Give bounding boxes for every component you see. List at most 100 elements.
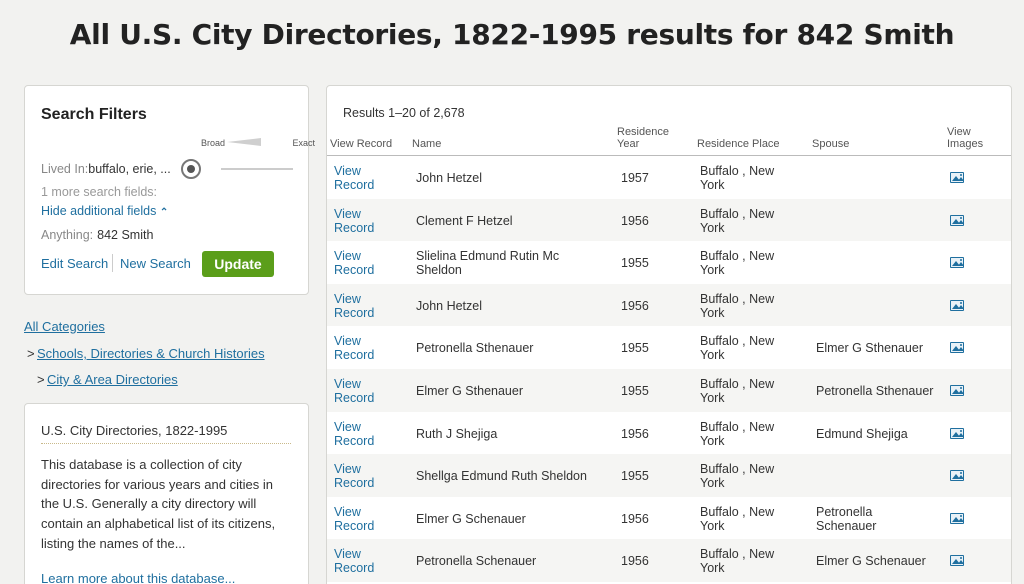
residence-year-cell: 1955 xyxy=(621,256,649,270)
learn-more-link[interactable]: Learn more about this database... xyxy=(41,571,235,584)
view-record-link-text[interactable]: View xyxy=(334,420,361,434)
column-header-view-images[interactable]: View Images xyxy=(947,126,983,150)
view-record-link-text[interactable]: Record xyxy=(334,178,374,192)
view-record-link[interactable]: View Record xyxy=(334,420,374,448)
precision-slider-handle[interactable] xyxy=(181,159,201,179)
residence-year-cell-text: 1956 xyxy=(621,298,649,313)
view-record-link[interactable]: View Record xyxy=(334,292,374,320)
anything-label: Anything: xyxy=(41,228,94,242)
spouse-cell-text: Petronella xyxy=(816,504,873,519)
view-record-link[interactable]: View Record xyxy=(334,462,374,490)
column-header-spouse[interactable]: Spouse xyxy=(812,138,849,150)
view-record-link-text[interactable]: View xyxy=(334,547,361,561)
update-button[interactable]: Update xyxy=(202,251,274,277)
view-record-link-text[interactable]: View xyxy=(334,207,361,221)
table-row: View Record Elmer G Schenauer 1956 Buffalo ,… xyxy=(327,497,1011,540)
column-header-text: Year xyxy=(617,138,640,150)
view-record-link[interactable]: View Record xyxy=(334,334,374,362)
lived-in-filter: Lived In:buffalo, erie, ... xyxy=(41,162,171,176)
residence-year-cell-text: 1955 xyxy=(621,469,649,484)
hide-additional-fields-link[interactable]: Hide additional fields ⌃ xyxy=(41,204,168,218)
view-record-link[interactable]: View Record xyxy=(334,249,374,277)
view-image-icon[interactable] xyxy=(950,470,964,482)
image-sun-dot xyxy=(960,344,962,347)
column-header-residence-year[interactable]: Residence Year xyxy=(617,126,669,150)
view-record-link[interactable]: View Record xyxy=(334,207,374,235)
precision-slider-track[interactable] xyxy=(221,168,293,170)
spouse-cell: Petronella Sthenauer xyxy=(816,384,933,398)
new-search-link[interactable]: New Search xyxy=(120,256,191,271)
column-header-residence-place[interactable]: Residence Place xyxy=(697,138,780,150)
schools-directories-link[interactable]: Schools, Directories & Church Histories xyxy=(37,346,265,361)
view-record-link-text[interactable]: Record xyxy=(334,263,374,277)
name-cell-text: John Hetzel xyxy=(416,171,483,185)
view-image-icon[interactable] xyxy=(950,555,964,567)
view-image-icon[interactable] xyxy=(950,342,964,354)
name-cell-text: Petronella Sthenauer xyxy=(416,341,534,356)
view-record-link-text[interactable]: Record xyxy=(334,434,374,448)
view-record-link[interactable]: View Record xyxy=(334,377,374,405)
residence-year-cell-text: 1955 xyxy=(621,341,649,356)
view-record-link-text[interactable]: View xyxy=(334,462,361,476)
city-area-directories-link[interactable]: City & Area Directories xyxy=(47,372,178,387)
view-record-link-text[interactable]: View xyxy=(334,505,361,519)
spouse-cell: Elmer G Sthenauer xyxy=(816,341,923,355)
divider xyxy=(41,443,291,444)
table-row: View Record Ruth J Shejiga 1956 Buffalo , Ne… xyxy=(327,412,1011,455)
view-record-link-text[interactable]: Record xyxy=(334,221,374,235)
chevron-up-icon: ⌃ xyxy=(159,207,169,218)
view-image-icon[interactable] xyxy=(950,385,964,396)
more-fields-note: 1 more search fields: xyxy=(41,185,158,199)
view-record-link-text[interactable]: Record xyxy=(334,476,374,490)
name-cell: John Hetzel xyxy=(416,299,482,313)
column-header-view-record[interactable]: View Record xyxy=(330,138,392,150)
database-info-panel: U.S. City Directories, 1822-1995 This da… xyxy=(24,403,309,584)
view-record-link-text[interactable]: Record xyxy=(334,391,374,405)
view-record-link-text[interactable]: View xyxy=(334,292,361,306)
name-cell-text: Shellga Edmund Ruth Sheldon xyxy=(416,469,587,484)
all-categories-link[interactable]: All Categories xyxy=(24,319,105,334)
view-record-link[interactable]: View Record xyxy=(334,164,374,192)
table-row: View Record Petronella Sthenauer 1955 Buffal… xyxy=(327,326,1011,369)
view-image-icon[interactable] xyxy=(950,427,964,439)
residence-place-cell-text: Buffalo , New xyxy=(700,504,775,519)
name-cell-text: John Hetzel xyxy=(416,298,483,313)
view-record-link-text[interactable]: View xyxy=(334,334,361,348)
name-cell-text: Elmer G Sthenauer xyxy=(416,384,523,398)
view-record-link-text[interactable]: View xyxy=(334,249,361,263)
residence-year-cell: 1955 xyxy=(621,341,649,355)
residence-place-cell-text: York xyxy=(700,476,725,491)
residence-place-cell-text: York xyxy=(700,178,725,192)
view-image-icon[interactable] xyxy=(950,172,964,183)
view-record-link[interactable]: View Record xyxy=(334,547,374,575)
slider-broad-label: Broad xyxy=(201,138,226,148)
column-header-name[interactable]: Name xyxy=(412,138,441,150)
edit-search-link[interactable]: Edit Search xyxy=(41,256,108,271)
view-record-link-text[interactable]: Record xyxy=(334,519,374,533)
view-image-icon[interactable] xyxy=(950,214,964,226)
residence-year-cell: 1956 xyxy=(621,299,649,313)
residence-place-cell: Buffalo , New York xyxy=(700,334,774,362)
slider-exact-label: Exact xyxy=(292,138,315,148)
view-record-link-text[interactable]: View xyxy=(334,164,361,178)
view-image-icon[interactable] xyxy=(950,512,964,524)
spouse-cell-text: Schenauer xyxy=(816,518,877,533)
name-cell: Petronella Schenauer xyxy=(416,554,536,568)
residence-year-cell: 1957 xyxy=(621,171,649,185)
view-image-icon[interactable] xyxy=(950,257,964,269)
anything-filter: Anything: 842 Smith xyxy=(41,228,153,242)
residence-place-cell-text: York xyxy=(700,561,725,576)
name-cell: Elmer G Sthenauer xyxy=(416,384,523,398)
image-sun-dot xyxy=(960,514,962,517)
table-row: View Record Shellga Edmund Ruth Sheldon 195… xyxy=(327,454,1011,497)
view-record-link[interactable]: View Record xyxy=(334,505,374,533)
view-record-link-text[interactable]: Record xyxy=(334,306,374,320)
precision-wedge-icon xyxy=(227,138,261,146)
view-record-link-text[interactable]: Record xyxy=(334,348,374,362)
spouse-cell: Petronella Schenauer xyxy=(816,505,876,533)
view-record-link-text[interactable]: View xyxy=(334,377,361,391)
table-row: View Record Clement F Hetzel 1956 Buffalo , … xyxy=(327,198,1011,242)
view-image-icon[interactable] xyxy=(950,299,964,311)
view-record-link-text[interactable]: Record xyxy=(334,561,374,575)
category-arrow: > xyxy=(27,346,35,361)
